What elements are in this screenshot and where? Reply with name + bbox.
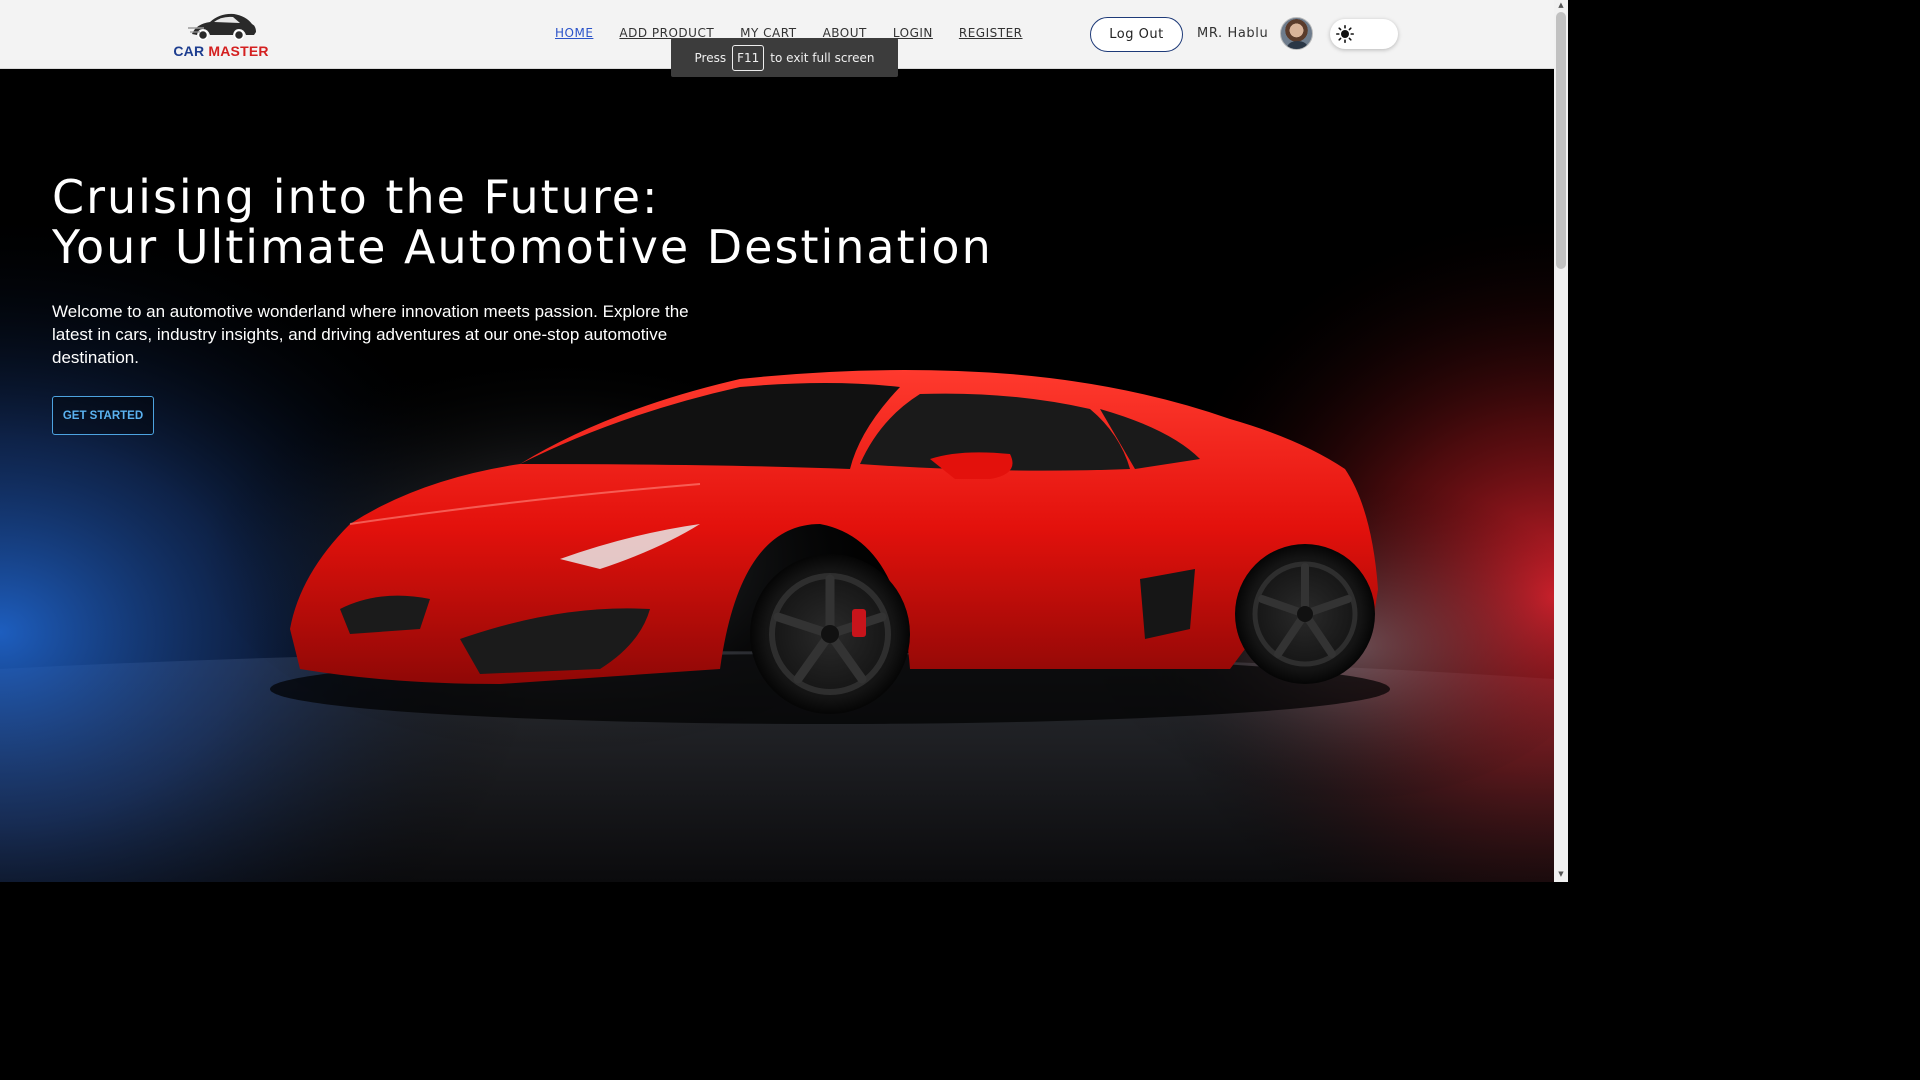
get-started-button[interactable]: GET STARTED [52, 396, 154, 435]
hero-content: Cruising into the Future: Your Ultimate … [52, 172, 993, 435]
sun-icon [1336, 25, 1354, 43]
car-logo-icon [188, 13, 256, 41]
toast-prefix: Press [694, 50, 727, 65]
scroll-up-icon[interactable]: ▲ [1557, 1, 1565, 9]
hero-title: Cruising into the Future: Your Ultimate … [52, 172, 993, 272]
hero-subtitle: Welcome to an automotive wonderland wher… [52, 302, 689, 367]
toast-key: F11 [732, 44, 765, 71]
logout-button[interactable]: Log Out [1090, 17, 1183, 52]
site-logo[interactable]: CAR MASTER [168, 8, 274, 62]
username: MR. Hablu [1197, 26, 1269, 41]
hero-section: Cruising into the Future: Your Ultimate … [0, 69, 1554, 882]
brand-word-car: CAR [173, 43, 205, 59]
user-avatar[interactable] [1280, 17, 1313, 50]
hero-title-line2: Your Ultimate Automotive Destination [52, 220, 993, 274]
nav-register[interactable]: REGISTER [959, 26, 1023, 40]
scrollbar-thumb[interactable] [1556, 12, 1566, 269]
scroll-down-icon[interactable]: ▼ [1557, 870, 1565, 878]
theme-toggle[interactable] [1330, 19, 1398, 49]
brand-name: CAR MASTER [168, 43, 274, 59]
fullscreen-toast: Press F11 to exit full screen [671, 38, 898, 77]
brand-word-master: MASTER [208, 43, 269, 59]
nav-home[interactable]: HOME [555, 26, 593, 40]
hero-title-line1: Cruising into the Future: [52, 170, 660, 224]
nav-login[interactable]: LOGIN [893, 26, 933, 40]
toast-suffix: to exit full screen [770, 50, 875, 65]
